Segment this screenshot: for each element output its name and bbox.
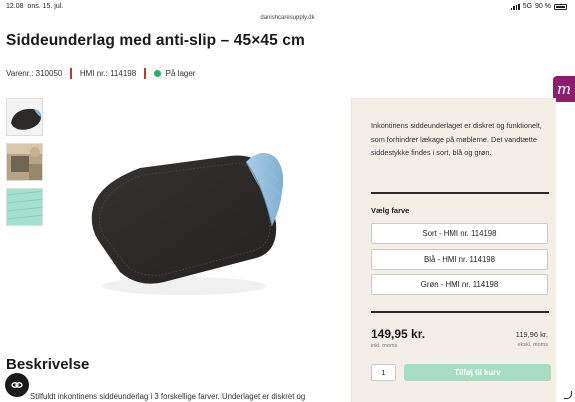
thumbnail-black[interactable] [6, 98, 43, 136]
battery-icon [554, 3, 567, 10]
color-option-blue[interactable]: Blå - HMI nr. 114198 [371, 249, 548, 270]
item-number: Varenr.: 310050 [6, 69, 63, 78]
status-time: 12.08 ons. 15. jul. [6, 3, 64, 10]
signal-icon [510, 3, 520, 10]
price-excl-vat: 119,96 kr. [515, 330, 548, 339]
battery-percent: 90 % [535, 3, 551, 10]
stock-status: På lager [165, 69, 196, 78]
resize-handle-icon[interactable] [564, 391, 572, 399]
description-heading: Beskrivelse [6, 356, 90, 373]
brand-logo-badge[interactable]: m [553, 76, 575, 102]
thumbnail-blue[interactable] [6, 143, 43, 181]
thumbnail-gallery [6, 98, 43, 226]
short-description: Inkontinens siddeunderlaget er diskret o… [371, 121, 542, 157]
purchase-panel: Inkontinens siddeunderlaget er diskret o… [351, 98, 556, 402]
meta-divider [70, 68, 72, 79]
product-meta: Varenr.: 310050 HMI nr.: 114198 På lager [6, 68, 195, 79]
color-selector-label: Vælg farve [371, 206, 410, 215]
product-title: Siddeunderlag med anti-slip – 45×45 cm [6, 32, 305, 49]
network-label: 5G [522, 3, 533, 10]
thumbnail-green[interactable] [6, 188, 43, 226]
product-image [80, 140, 290, 310]
color-option-black[interactable]: Sort - HMI nr. 114198 [371, 223, 548, 244]
price-incl-vat-note: inkl. moms [371, 343, 398, 349]
divider [371, 192, 549, 194]
description-text: Stilfuldt inkontinens siddeunderlag i 3 … [30, 392, 306, 401]
quantity-input[interactable]: 1 [371, 364, 396, 381]
status-indicators: 5G 90 % [510, 3, 567, 10]
price-incl-vat: 149,95 kr. [371, 327, 426, 341]
divider [371, 311, 549, 313]
meta-divider [144, 68, 146, 79]
add-to-cart-button[interactable]: Tilføj til kurv [404, 364, 551, 381]
hmi-number: HMI nr.: 114198 [79, 69, 137, 78]
status-bar: 12.08 ons. 15. jul. 5G 90 % [0, 0, 575, 13]
url-bar[interactable]: danishcaresupply.dk [0, 15, 575, 21]
link-icon [11, 382, 23, 388]
stock-indicator-icon [153, 70, 161, 77]
price-excl-vat-note: ekskl. moms [517, 342, 548, 348]
color-option-green[interactable]: Grøn - HMI nr. 114198 [371, 274, 548, 295]
chat-button[interactable] [5, 373, 29, 397]
